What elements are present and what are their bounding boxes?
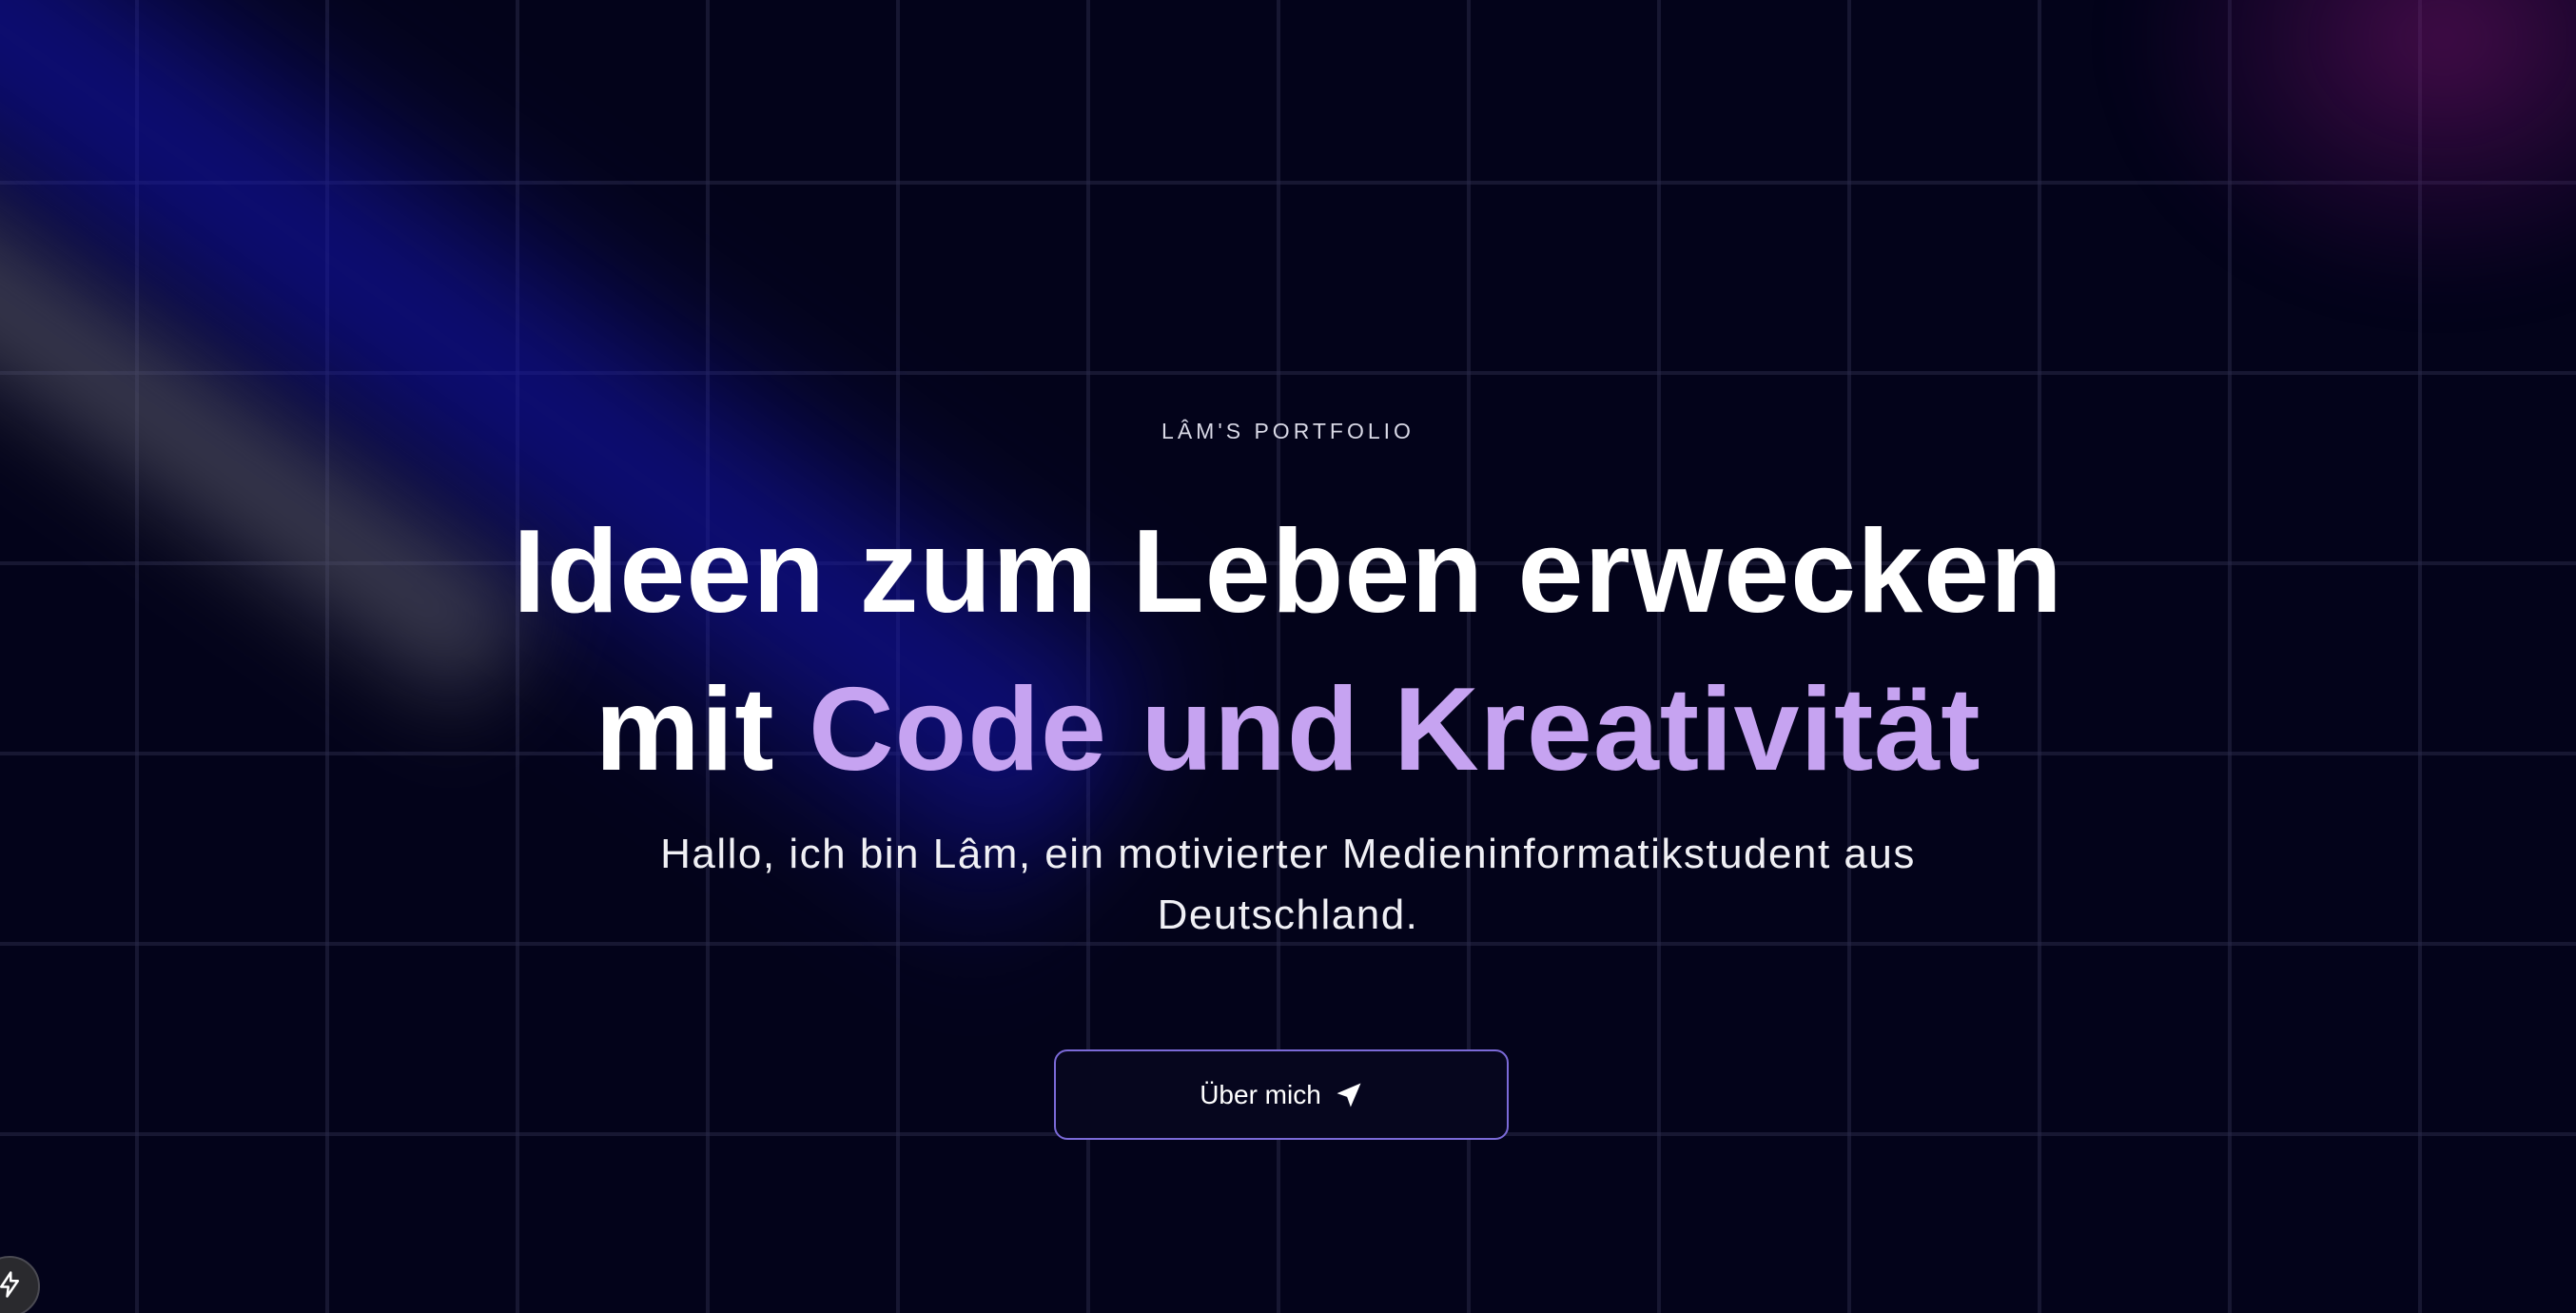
hero-headline: Ideen zum Leben erwecken mit Code und Kr… — [0, 493, 2576, 809]
paper-plane-icon — [1335, 1081, 1363, 1109]
bolt-icon — [0, 1270, 24, 1303]
headline-accent: Code und Kreativität — [808, 664, 1981, 795]
about-me-button-label: Über mich — [1200, 1079, 1321, 1109]
hero-section: LÂM'S PORTFOLIO Ideen zum Leben erwecken… — [0, 0, 2576, 1313]
headline-line-2-prefix: mit — [595, 664, 809, 795]
page: LÂM'S PORTFOLIO Ideen zum Leben erwecken… — [0, 0, 2576, 1313]
hero-eyebrow: LÂM'S PORTFOLIO — [1161, 419, 1415, 443]
hero-intro: Hallo, ich bin Lâm, ein motivierter Medi… — [660, 831, 1916, 938]
headline-line-1: Ideen zum Leben erwecken — [513, 506, 2063, 637]
about-me-button[interactable]: Über mich — [1054, 1049, 1509, 1140]
